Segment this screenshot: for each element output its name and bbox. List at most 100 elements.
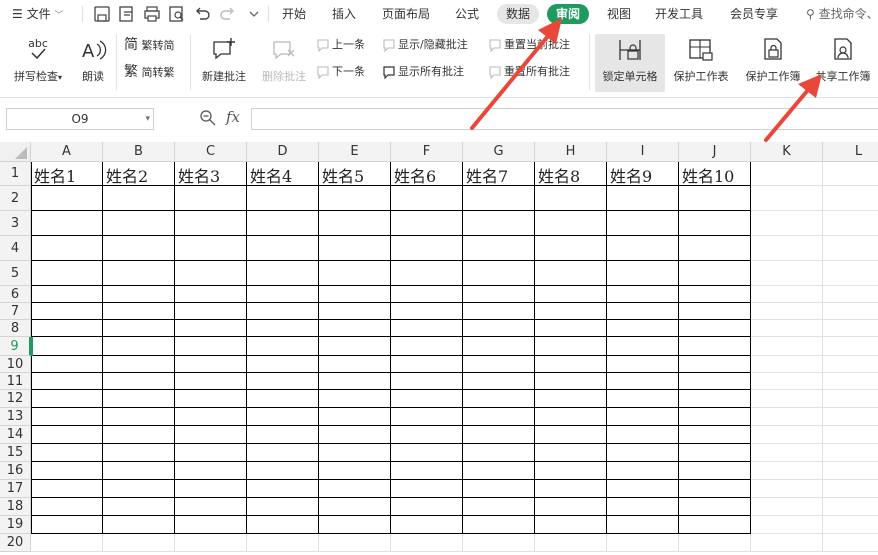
cell-c4[interactable] <box>175 236 247 261</box>
cell-l16[interactable] <box>823 462 878 480</box>
cell-b7[interactable] <box>103 303 175 320</box>
simp-to-trad-button[interactable]: 繁 简转繁 <box>124 63 175 81</box>
cell-h18[interactable] <box>535 498 607 516</box>
cell-c11[interactable] <box>175 373 247 390</box>
cell-l5[interactable] <box>823 261 878 286</box>
tab-insert[interactable]: 插入 <box>326 4 362 24</box>
cell-e14[interactable] <box>319 426 391 444</box>
cell-g14[interactable] <box>463 426 535 444</box>
cell-e3[interactable] <box>319 211 391 236</box>
cell-b2[interactable] <box>103 186 175 211</box>
cell-c10[interactable] <box>175 356 247 373</box>
cell-b10[interactable] <box>103 356 175 373</box>
cell-k9[interactable] <box>751 337 823 356</box>
cell-i5[interactable] <box>607 261 679 286</box>
cell-f10[interactable] <box>391 356 463 373</box>
cell-d15[interactable] <box>247 444 319 462</box>
cell-a17[interactable] <box>31 480 103 498</box>
cell-g1[interactable]: 姓名7 <box>463 162 535 186</box>
cell-j4[interactable] <box>679 236 751 261</box>
cell-e1[interactable]: 姓名5 <box>319 162 391 186</box>
cell-c8[interactable] <box>175 320 247 337</box>
cell-d2[interactable] <box>247 186 319 211</box>
cell-c17[interactable] <box>175 480 247 498</box>
cell-e6[interactable] <box>319 286 391 303</box>
cell-l1[interactable] <box>823 162 878 186</box>
reset-all-comments-button[interactable]: 重置所有批注 <box>488 63 570 81</box>
cell-a14[interactable] <box>31 426 103 444</box>
cell-g2[interactable] <box>463 186 535 211</box>
cell-j11[interactable] <box>679 373 751 390</box>
cell-e12[interactable] <box>319 390 391 408</box>
cell-j14[interactable] <box>679 426 751 444</box>
cell-a20[interactable] <box>31 534 103 552</box>
cell-l13[interactable] <box>823 408 878 426</box>
cell-f7[interactable] <box>391 303 463 320</box>
cell-d19[interactable] <box>247 516 319 534</box>
cell-c20[interactable] <box>175 534 247 552</box>
cell-i14[interactable] <box>607 426 679 444</box>
tab-formulas[interactable]: 公式 <box>449 4 485 24</box>
cell-a5[interactable] <box>31 261 103 286</box>
cell-j1[interactable]: 姓名10 <box>679 162 751 186</box>
cell-d1[interactable]: 姓名4 <box>247 162 319 186</box>
cell-d5[interactable] <box>247 261 319 286</box>
cell-b1[interactable]: 姓名2 <box>103 162 175 186</box>
cell-k17[interactable] <box>751 480 823 498</box>
cell-i4[interactable] <box>607 236 679 261</box>
row-header-20[interactable]: 20 <box>0 534 31 552</box>
cell-b14[interactable] <box>103 426 175 444</box>
cell-e10[interactable] <box>319 356 391 373</box>
fx-icon[interactable]: fx <box>226 108 240 126</box>
cell-b4[interactable] <box>103 236 175 261</box>
cell-f16[interactable] <box>391 462 463 480</box>
cell-b19[interactable] <box>103 516 175 534</box>
cell-f11[interactable] <box>391 373 463 390</box>
cell-a8[interactable] <box>31 320 103 337</box>
cell-l11[interactable] <box>823 373 878 390</box>
cell-c7[interactable] <box>175 303 247 320</box>
cell-l6[interactable] <box>823 286 878 303</box>
cell-f9[interactable] <box>391 337 463 356</box>
cell-i19[interactable] <box>607 516 679 534</box>
cell-g5[interactable] <box>463 261 535 286</box>
cell-f2[interactable] <box>391 186 463 211</box>
protect-sheet-button[interactable]: 保护工作表 <box>668 36 734 84</box>
cell-k16[interactable] <box>751 462 823 480</box>
cell-a13[interactable] <box>31 408 103 426</box>
cell-d4[interactable] <box>247 236 319 261</box>
cell-g13[interactable] <box>463 408 535 426</box>
cell-h6[interactable] <box>535 286 607 303</box>
cell-c2[interactable] <box>175 186 247 211</box>
cell-d14[interactable] <box>247 426 319 444</box>
row-header-14[interactable]: 14 <box>0 426 31 444</box>
cell-a18[interactable] <box>31 498 103 516</box>
cell-d3[interactable] <box>247 211 319 236</box>
cell-g19[interactable] <box>463 516 535 534</box>
cell-f17[interactable] <box>391 480 463 498</box>
cell-h3[interactable] <box>535 211 607 236</box>
cell-i1[interactable]: 姓名9 <box>607 162 679 186</box>
cell-c13[interactable] <box>175 408 247 426</box>
cell-g3[interactable] <box>463 211 535 236</box>
cell-h4[interactable] <box>535 236 607 261</box>
cell-k1[interactable] <box>751 162 823 186</box>
cell-i16[interactable] <box>607 462 679 480</box>
share-workbook-button[interactable]: 共享工作簿 <box>810 36 876 84</box>
cell-j15[interactable] <box>679 444 751 462</box>
column-header-d[interactable]: D <box>247 142 319 162</box>
cell-c18[interactable] <box>175 498 247 516</box>
cell-d6[interactable] <box>247 286 319 303</box>
cell-h14[interactable] <box>535 426 607 444</box>
cell-c9[interactable] <box>175 337 247 356</box>
read-aloud-button[interactable]: A 朗读 <box>76 36 110 84</box>
row-header-11[interactable]: 11 <box>0 373 31 390</box>
row-header-17[interactable]: 17 <box>0 480 31 498</box>
cell-f8[interactable] <box>391 320 463 337</box>
cell-g8[interactable] <box>463 320 535 337</box>
cell-g18[interactable] <box>463 498 535 516</box>
print-preview-icon[interactable] <box>167 4 187 24</box>
row-header-2[interactable]: 2 <box>0 186 31 211</box>
cell-d7[interactable] <box>247 303 319 320</box>
column-header-f[interactable]: F <box>391 142 463 162</box>
